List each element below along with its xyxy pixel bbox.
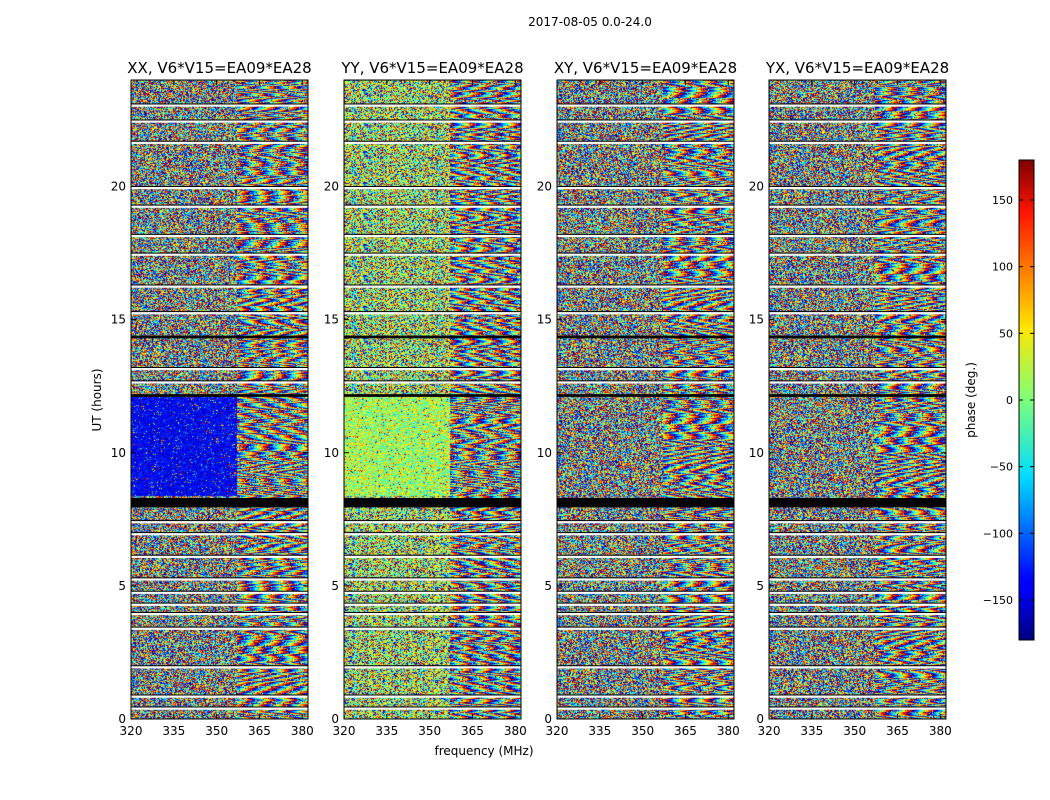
y-axis-label: UT (hours) xyxy=(90,368,104,431)
x-tick-label: 350 xyxy=(418,724,441,738)
y-tick-label: 20 xyxy=(324,180,339,194)
x-tick-label: 350 xyxy=(631,724,654,738)
colorbar-tick-label: 50 xyxy=(999,327,1013,340)
black-band xyxy=(344,335,521,339)
y-tick-label: 15 xyxy=(537,313,552,327)
black-band xyxy=(131,498,308,508)
y-tick-label: 0 xyxy=(756,712,764,726)
panel-title: YX, V6*V15=EA09*EA28 xyxy=(765,59,949,77)
x-tick-label: 335 xyxy=(800,724,823,738)
colorbar-tick-label: 0 xyxy=(1006,394,1013,407)
figure-title: 2017-08-05 0.0-24.0 xyxy=(528,15,652,29)
y-tick-label: 0 xyxy=(118,712,126,726)
phase-heatmap xyxy=(557,80,734,719)
black-band xyxy=(131,394,308,397)
y-tick-label: 5 xyxy=(118,579,126,593)
colorbar-tick-label: −100 xyxy=(983,527,1013,540)
x-tick-label: 320 xyxy=(546,724,569,738)
black-band xyxy=(769,498,946,508)
colorbar-tick-label: −50 xyxy=(990,461,1013,474)
panel-xx: XX, V6*V15=EA09*EA28 320 335 350 365 380 0 5 10 1… xyxy=(111,59,314,738)
colorbar-label: phase (deg.) xyxy=(964,362,978,438)
panel-yy: YY, V6*V15=EA09*EA28 320 335 350 365 380 0 5 10 1… xyxy=(324,59,527,738)
x-tick-label: 350 xyxy=(205,724,228,738)
panel-yx: YX, V6*V15=EA09*EA28 320 335 350 365 380 0 5 10 1… xyxy=(749,59,952,738)
x-tick-label: 335 xyxy=(162,724,185,738)
phase-heatmap xyxy=(344,80,521,719)
x-axis-label: frequency (MHz) xyxy=(434,744,533,758)
y-tick-label: 0 xyxy=(544,712,552,726)
x-tick-label: 380 xyxy=(504,724,527,738)
y-tick-label: 20 xyxy=(537,180,552,194)
x-tick-label: 365 xyxy=(461,724,484,738)
y-tick-label: 5 xyxy=(756,579,764,593)
phase-heatmap xyxy=(131,80,308,719)
colorbar-tick-label: 150 xyxy=(992,194,1013,207)
x-tick-label: 365 xyxy=(674,724,697,738)
x-tick-label: 335 xyxy=(375,724,398,738)
y-tick-label: 10 xyxy=(749,446,764,460)
black-band xyxy=(769,335,946,339)
phase-heatmap xyxy=(769,80,946,719)
black-band xyxy=(557,498,734,508)
x-tick-label: 350 xyxy=(843,724,866,738)
colorbar: −150 −100 −50 0 50 100 150 phase (deg.) xyxy=(964,159,1035,641)
y-tick-label: 15 xyxy=(111,313,126,327)
panels: XX, V6*V15=EA09*EA28 320 335 350 365 380 0 5 10 1… xyxy=(111,59,952,738)
y-tick-label: 10 xyxy=(324,446,339,460)
y-tick-label: 20 xyxy=(111,180,126,194)
x-tick-label: 380 xyxy=(291,724,314,738)
x-tick-label: 380 xyxy=(717,724,740,738)
black-band xyxy=(557,335,734,339)
y-tick-label: 15 xyxy=(749,313,764,327)
black-band xyxy=(344,498,521,508)
y-tick-label: 10 xyxy=(111,446,126,460)
panel-xy: XY, V6*V15=EA09*EA28 320 335 350 365 380 0 5 10 1… xyxy=(537,59,740,738)
panel-title: YY, V6*V15=EA09*EA28 xyxy=(340,59,523,77)
x-tick-label: 320 xyxy=(333,724,356,738)
black-band xyxy=(131,335,308,339)
y-tick-label: 5 xyxy=(544,579,552,593)
x-tick-label: 335 xyxy=(588,724,611,738)
y-tick-label: 20 xyxy=(749,180,764,194)
black-band xyxy=(557,394,734,397)
black-band xyxy=(344,394,521,397)
y-tick-label: 5 xyxy=(331,579,339,593)
x-tick-label: 365 xyxy=(248,724,271,738)
colorbar-tick-label: 100 xyxy=(992,261,1013,274)
x-tick-label: 320 xyxy=(120,724,143,738)
colorbar-tick-label: −150 xyxy=(983,594,1013,607)
y-tick-label: 0 xyxy=(331,712,339,726)
x-tick-label: 320 xyxy=(758,724,781,738)
y-tick-label: 15 xyxy=(324,313,339,327)
panel-title: XX, V6*V15=EA09*EA28 xyxy=(127,59,311,77)
black-band xyxy=(769,394,946,397)
panel-title: XY, V6*V15=EA09*EA28 xyxy=(554,59,737,77)
y-tick-label: 10 xyxy=(537,446,552,460)
x-tick-label: 365 xyxy=(886,724,909,738)
figure: 2017-08-05 0.0-24.0 XX, V6*V15=EA09*EA28… xyxy=(90,15,1035,758)
x-tick-label: 380 xyxy=(929,724,952,738)
